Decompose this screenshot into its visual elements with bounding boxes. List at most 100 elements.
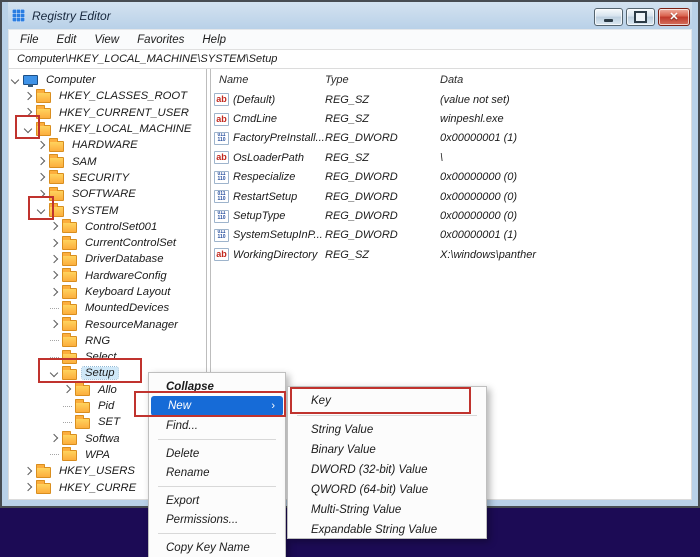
context-menu-item-find[interactable]: Find... [149,416,285,435]
registry-value-row-cmdline[interactable]: ab CmdLine REG_SZ winpeshl.exe [211,109,691,128]
tree-item-system[interactable]: SYSTEM [9,202,206,218]
value-data: 0x00000000 (0) [440,171,518,184]
chevron-right-icon[interactable] [49,254,60,265]
value-name: RestartSetup [233,190,298,203]
folder-icon [62,235,77,250]
chevron-right-icon[interactable] [49,319,60,330]
submenu-item-key[interactable]: Key [288,391,486,411]
submenu-item-label: Binary Value [311,444,376,456]
tree-item-label: HardwareConfig [85,269,167,282]
tree-item-resourcemanager[interactable]: ResourceManager [9,316,206,332]
folder-icon [62,317,77,332]
folder-icon [75,382,90,397]
folder-icon [49,154,64,169]
tree-item-driverdatabase[interactable]: DriverDatabase [9,251,206,267]
tree-item-label: Computer [46,74,96,87]
context-menu-item-delete[interactable]: Delete [149,444,285,463]
registry-value-row-osloaderpath[interactable]: ab OsLoaderPath REG_SZ \ [211,148,691,167]
tree-item-currentcontrolset[interactable]: CurrentControlSet [9,235,206,251]
context-menu-separator [158,439,276,440]
maximize-button[interactable] [626,7,655,26]
registry-value-row-systemsetupinp[interactable]: 011 110 SystemSetupInP... REG_DWORD 0x000000… [211,226,691,245]
context-menu-item-rename[interactable]: Rename [149,463,285,482]
close-button[interactable] [658,7,690,26]
minimize-button[interactable] [594,7,623,26]
menubar-item-view[interactable]: View [85,32,128,48]
chevron-right-icon[interactable] [49,221,60,232]
context-menu-item-copy-key-name[interactable]: Copy Key Name [149,538,285,557]
folder-icon [62,333,77,348]
submenu-item-string-value[interactable]: String Value [288,420,486,440]
submenu-separator [297,415,477,416]
tree-line-connector [49,335,60,346]
chevron-right-icon[interactable] [23,466,34,477]
context-menu-item-permissions[interactable]: Permissions... [149,510,285,529]
registry-value-row-workingdirectory[interactable]: ab WorkingDirectory REG_SZ X:\windows\panth… [211,245,691,264]
tree-item-label: ControlSet001 [85,220,158,233]
value-name: CmdLine [233,113,278,126]
submenu-item-binary-value[interactable]: Binary Value [288,440,486,460]
chevron-right-icon[interactable] [36,172,47,183]
column-header-data[interactable]: Data [440,74,691,86]
registry-value-row-setuptype[interactable]: 011 110 SetupType REG_DWORD 0x00000000 (0) [211,206,691,225]
chevron-down-icon[interactable] [49,368,60,379]
menubar-item-edit[interactable]: Edit [48,32,86,48]
chevron-right-icon[interactable] [49,287,60,298]
string-value-icon: ab [214,93,229,107]
submenu-item-qword-64-bit-value[interactable]: QWORD (64-bit) Value [288,480,486,500]
chevron-right-icon[interactable] [49,270,60,281]
tree-item-keyboard-layout[interactable]: Keyboard Layout [9,284,206,300]
column-header-name[interactable]: Name [219,74,325,86]
registry-value-row-default[interactable]: ab (Default) REG_SZ (value not set) [211,90,691,109]
context-menu-item-collapse[interactable]: Collapse [149,377,285,396]
column-header-type[interactable]: Type [325,74,440,86]
chevron-right-icon[interactable] [23,91,34,102]
tree-item-computer[interactable]: Computer [9,72,206,88]
chevron-right-icon[interactable] [62,384,73,395]
tree-item-security[interactable]: SECURITY [9,170,206,186]
tree-item-hardwareconfig[interactable]: HardwareConfig [9,268,206,284]
chevron-down-icon[interactable] [23,124,34,135]
chevron-right-icon[interactable] [36,189,47,200]
registry-value-row-respecialize[interactable]: 011 110 Respecialize REG_DWORD 0x00000000 (0… [211,168,691,187]
chevron-right-icon[interactable] [49,433,60,444]
submenu-item-dword-32-bit-value[interactable]: DWORD (32-bit) Value [288,460,486,480]
chevron-right-icon[interactable] [36,140,47,151]
tree-item-label: Keyboard Layout [85,286,171,298]
tree-item-hkey-classes-root[interactable]: HKEY_CLASSES_ROOT [9,88,206,104]
chevron-right-icon[interactable] [49,238,60,249]
chevron-right-icon[interactable] [36,156,47,167]
context-menu-item-label: Export [166,494,200,507]
chevron-down-icon[interactable] [36,205,47,216]
menubar-item-favorites[interactable]: Favorites [128,32,193,48]
registry-value-row-restartsetup[interactable]: 011 110 RestartSetup REG_DWORD 0x00000000 (0… [211,187,691,206]
menubar-item-help[interactable]: Help [193,32,235,48]
tree-item-hardware[interactable]: HARDWARE [9,137,206,153]
tree-item-label: MountedDevices [85,302,170,315]
tree-item-mounteddevices[interactable]: MountedDevices [9,300,206,316]
menubar-item-file[interactable]: File [11,32,48,48]
folder-icon [75,414,90,429]
chevron-right-icon[interactable] [23,107,34,118]
tree-item-controlset001[interactable]: ControlSet001 [9,219,206,235]
chevron-down-icon[interactable] [10,75,21,86]
context-menu-item-new[interactable]: New › [151,396,283,416]
value-name: WorkingDirectory [233,248,318,261]
address-bar[interactable]: Computer\HKEY_LOCAL_MACHINE\SYSTEM\Setup [8,49,692,68]
chevron-right-icon[interactable] [23,482,34,493]
tree-item-sam[interactable]: SAM [9,153,206,169]
value-type: REG_DWORD [325,229,398,242]
folder-icon [62,219,77,234]
value-type: REG_SZ [325,248,370,261]
submenu-item-expandable-string-value[interactable]: Expandable String Value [288,520,486,540]
folder-icon [62,349,77,364]
registry-value-row-factorypreinstall[interactable]: 011 110 FactoryPreInstall... REG_DWORD 0x000… [211,129,691,148]
tree-item-software[interactable]: SOFTWARE [9,186,206,202]
tree-item-hkey-current-user[interactable]: HKEY_CURRENT_USER [9,105,206,121]
context-menu-item-export[interactable]: Export [149,491,285,510]
submenu-item-multi-string-value[interactable]: Multi-String Value [288,500,486,520]
tree-item-select[interactable]: Select [9,349,206,365]
tree-item-rng[interactable]: RNG [9,333,206,349]
tree-line-connector [49,352,60,363]
tree-item-hkey-local-machine[interactable]: HKEY_LOCAL_MACHINE [9,121,206,137]
